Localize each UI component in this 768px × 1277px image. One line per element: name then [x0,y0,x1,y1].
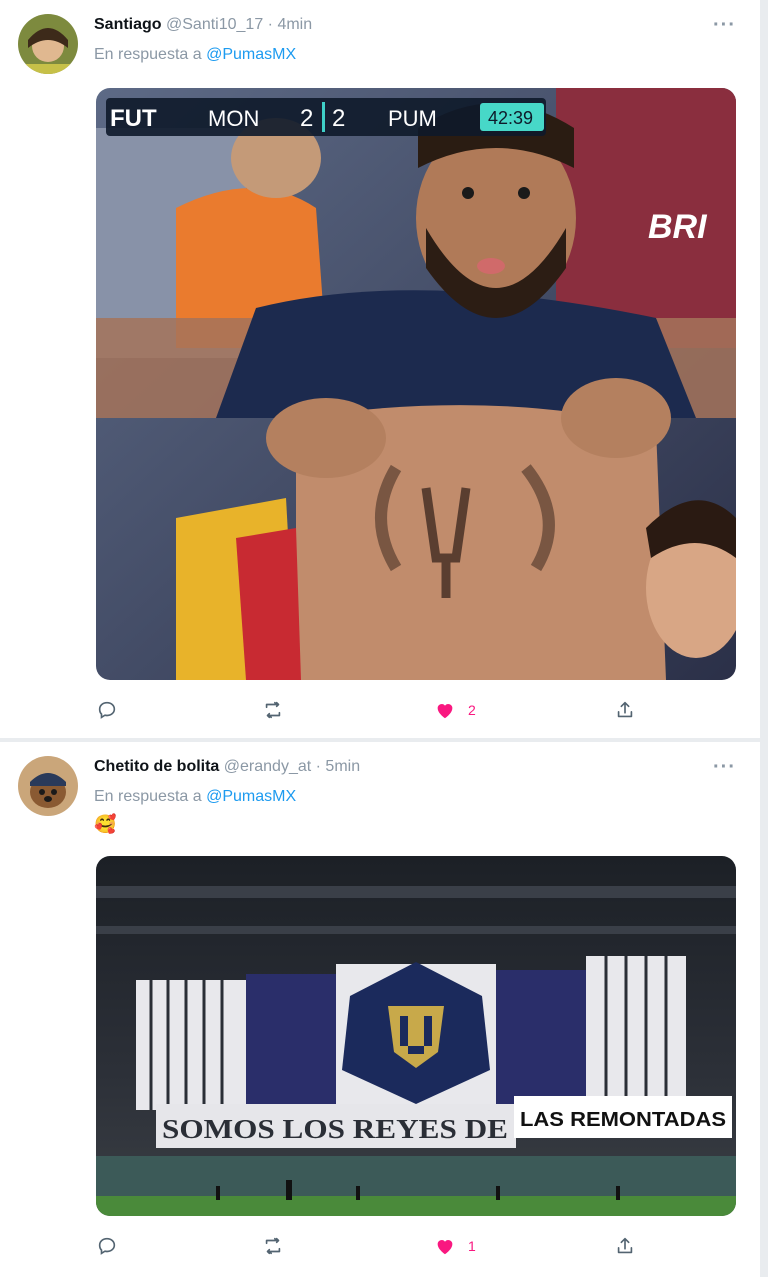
separator-dot: · [267,16,273,33]
reply-icon [98,701,116,719]
tweet-actions: 1 [96,1232,656,1260]
scoreboard: FUT MON 2 2 PUM 42:39 [106,98,546,136]
reply-icon [98,1237,116,1255]
fan-photo: BRI FUT MON 2 2 PUM 42:39 [96,88,736,680]
author-name[interactable]: Santiago [94,16,162,33]
share-icon [617,1237,633,1254]
tweet-image[interactable]: BRI FUT MON 2 2 PUM 42:39 [96,88,736,680]
tweet-text: 🥰 [94,814,117,834]
separator-dot: · [315,758,321,775]
home-score: 2 [300,105,313,132]
like-button[interactable]: 2 [434,696,476,724]
reply-context: En respuesta a @PumasMX [94,46,296,64]
retweet-button[interactable] [262,1232,296,1260]
like-count: 1 [468,1238,476,1254]
tweet-card[interactable]: Santiago @Santi10_17 · 4min ··· En respu… [0,0,760,738]
reply-button[interactable] [96,696,130,724]
league-logo: FUT [110,105,157,132]
reply-mention-link[interactable]: @PumasMX [206,46,296,63]
author-handle[interactable]: @Santi10_17 [166,16,263,33]
reply-context: En respuesta a @PumasMX [94,788,296,806]
avatar[interactable] [18,14,78,74]
like-count: 2 [468,702,476,718]
share-button[interactable] [614,1232,636,1260]
retweet-icon [265,1237,281,1255]
author-name[interactable]: Chetito de bolita [94,758,219,775]
banner-right-text: LAS REMONTADAS [520,1109,726,1131]
like-button[interactable]: 1 [434,1232,476,1260]
tweet-header: Santiago @Santi10_17 · 4min [94,16,312,34]
more-options-icon[interactable]: ··· [713,756,736,779]
timestamp[interactable]: 4min [277,16,312,33]
away-score: 2 [332,105,345,132]
tweet-image[interactable]: SOMOS LOS REYES DE LAS REMONTADAS [96,856,736,1216]
reply-button[interactable] [96,1232,130,1260]
reply-mention-link[interactable]: @PumasMX [206,788,296,805]
heart-filled-icon [437,1240,453,1255]
tweet-card[interactable]: Chetito de bolita @erandy_at · 5min ··· … [0,742,760,1277]
share-icon [617,701,633,718]
timestamp[interactable]: 5min [325,758,360,775]
retweet-icon [265,701,281,719]
reply-prefix: En respuesta a [94,788,202,805]
tweet-header: Chetito de bolita @erandy_at · 5min [94,758,360,776]
reply-prefix: En respuesta a [94,46,202,63]
tweet-actions: 2 [96,696,656,724]
away-team: PUM [388,106,437,131]
share-button[interactable] [614,696,636,724]
heart-filled-icon [437,704,453,719]
more-options-icon[interactable]: ··· [713,14,736,37]
jersey-text: BRI [648,208,708,246]
avatar[interactable] [18,756,78,816]
stadium-photo: SOMOS LOS REYES DE LAS REMONTADAS [96,856,736,1216]
home-team: MON [208,106,259,131]
author-handle[interactable]: @erandy_at [224,758,311,775]
match-clock: 42:39 [488,108,533,128]
retweet-button[interactable] [262,696,296,724]
banner-left-text: SOMOS LOS REYES DE [162,1114,508,1144]
